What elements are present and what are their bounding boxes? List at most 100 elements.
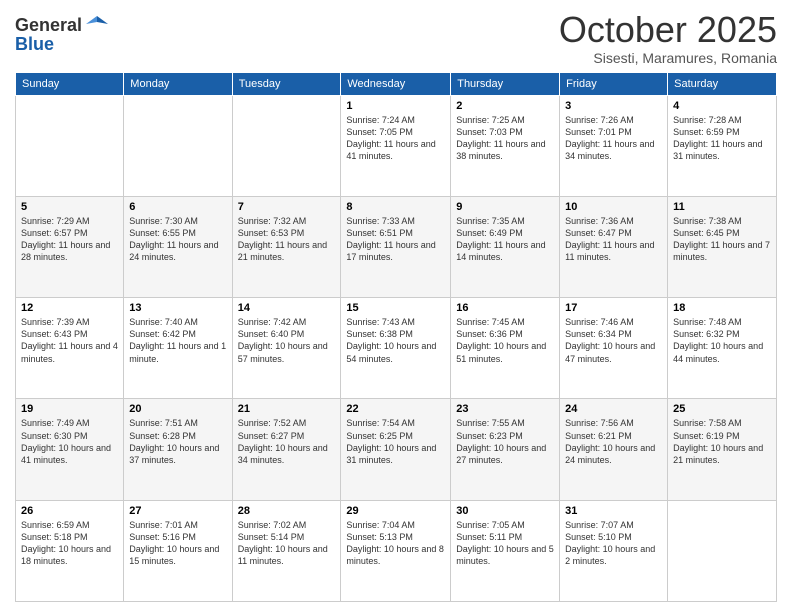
calendar-cell: 11 Sunrise: 7:38 AM Sunset: 6:45 PM Dayli… (668, 196, 777, 297)
day-number: 6 (129, 201, 226, 213)
day-number: 17 (565, 302, 662, 314)
calendar-week-row: 19 Sunrise: 7:49 AM Sunset: 6:30 PM Dayli… (16, 399, 777, 500)
day-number: 20 (129, 403, 226, 415)
day-info: Sunrise: 7:54 AM Sunset: 6:25 PM Dayligh… (346, 417, 445, 466)
day-info: Sunrise: 7:56 AM Sunset: 6:21 PM Dayligh… (565, 417, 662, 466)
logo-blue: Blue (15, 34, 108, 55)
day-number: 18 (673, 302, 771, 314)
day-info: Sunrise: 7:51 AM Sunset: 6:28 PM Dayligh… (129, 417, 226, 466)
logo-bird-icon (86, 14, 108, 36)
calendar-cell: 16 Sunrise: 7:45 AM Sunset: 6:36 PM Dayli… (451, 298, 560, 399)
calendar-cell: 21Sunrise: 7:52 AM Sunset: 6:27 PM Dayli… (232, 399, 341, 500)
logo-text: General Blue (15, 14, 108, 55)
logo-general: General (15, 15, 82, 36)
col-wednesday: Wednesday (341, 72, 451, 95)
day-info: Sunrise: 7:25 AM Sunset: 7:03 PM Dayligh… (456, 114, 554, 163)
day-info: Sunrise: 7:36 AM Sunset: 6:47 PM Dayligh… (565, 215, 662, 264)
day-info: Sunrise: 7:46 AM Sunset: 6:34 PM Dayligh… (565, 316, 662, 365)
calendar-week-row: 5 Sunrise: 7:29 AM Sunset: 6:57 PM Daylig… (16, 196, 777, 297)
calendar-cell: 15Sunrise: 7:43 AM Sunset: 6:38 PM Dayli… (341, 298, 451, 399)
day-number: 24 (565, 403, 662, 415)
col-tuesday: Tuesday (232, 72, 341, 95)
day-info: Sunrise: 7:32 AM Sunset: 6:53 PM Dayligh… (238, 215, 336, 264)
calendar-cell: 20 Sunrise: 7:51 AM Sunset: 6:28 PM Dayli… (124, 399, 232, 500)
col-saturday: Saturday (668, 72, 777, 95)
day-number: 26 (21, 505, 118, 517)
day-info: Sunrise: 6:59 AM Sunset: 5:18 PM Dayligh… (21, 519, 118, 568)
calendar-cell: 31 Sunrise: 7:07 AM Sunset: 5:10 PM Dayli… (560, 500, 668, 601)
day-info: Sunrise: 7:24 AM Sunset: 7:05 PM Dayligh… (346, 114, 445, 163)
day-number: 9 (456, 201, 554, 213)
col-monday: Monday (124, 72, 232, 95)
calendar-cell: 19 Sunrise: 7:49 AM Sunset: 6:30 PM Dayli… (16, 399, 124, 500)
calendar-cell (124, 95, 232, 196)
day-info: Sunrise: 7:39 AM Sunset: 6:43 PM Dayligh… (21, 316, 118, 365)
calendar-table: Sunday Monday Tuesday Wednesday Thursday… (15, 72, 777, 602)
calendar-cell (232, 95, 341, 196)
title-block: October 2025 Sisesti, Maramures, Romania (559, 10, 777, 66)
day-number: 16 (456, 302, 554, 314)
calendar-cell: 3 Sunrise: 7:26 AM Sunset: 7:01 PM Daylig… (560, 95, 668, 196)
day-info: Sunrise: 7:07 AM Sunset: 5:10 PM Dayligh… (565, 519, 662, 568)
day-info: Sunrise: 7:45 AM Sunset: 6:36 PM Dayligh… (456, 316, 554, 365)
day-info: Sunrise: 7:05 AM Sunset: 5:11 PM Dayligh… (456, 519, 554, 568)
day-number: 5 (21, 201, 118, 213)
calendar-cell: 1 Sunrise: 7:24 AM Sunset: 7:05 PM Daylig… (341, 95, 451, 196)
day-info: Sunrise: 7:28 AM Sunset: 6:59 PM Dayligh… (673, 114, 771, 163)
calendar-header-row: Sunday Monday Tuesday Wednesday Thursday… (16, 72, 777, 95)
day-number: 29 (346, 505, 445, 517)
day-number: 2 (456, 100, 554, 112)
day-number: 3 (565, 100, 662, 112)
location-subtitle: Sisesti, Maramures, Romania (559, 50, 777, 66)
day-number: 1 (346, 100, 445, 112)
calendar-cell: 28 Sunrise: 7:02 AM Sunset: 5:14 PM Dayli… (232, 500, 341, 601)
day-info: Sunrise: 7:33 AM Sunset: 6:51 PM Dayligh… (346, 215, 445, 264)
calendar-cell: 22Sunrise: 7:54 AM Sunset: 6:25 PM Dayli… (341, 399, 451, 500)
day-info: Sunrise: 7:42 AM Sunset: 6:40 PM Dayligh… (238, 316, 336, 365)
calendar-cell: 23Sunrise: 7:55 AM Sunset: 6:23 PM Dayli… (451, 399, 560, 500)
day-number: 19 (21, 403, 118, 415)
calendar-cell: 10 Sunrise: 7:36 AM Sunset: 6:47 PM Dayli… (560, 196, 668, 297)
day-number: 12 (21, 302, 118, 314)
col-thursday: Thursday (451, 72, 560, 95)
day-number: 8 (346, 201, 445, 213)
calendar-cell: 24 Sunrise: 7:56 AM Sunset: 6:21 PM Dayli… (560, 399, 668, 500)
day-info: Sunrise: 7:26 AM Sunset: 7:01 PM Dayligh… (565, 114, 662, 163)
day-number: 13 (129, 302, 226, 314)
header: General Blue October 2025 Sisesti, Maram… (15, 10, 777, 66)
calendar-cell (16, 95, 124, 196)
calendar-cell: 29 Sunrise: 7:04 AM Sunset: 5:13 PM Dayli… (341, 500, 451, 601)
calendar-cell: 12 Sunrise: 7:39 AM Sunset: 6:43 PM Dayli… (16, 298, 124, 399)
day-info: Sunrise: 7:43 AM Sunset: 6:38 PM Dayligh… (346, 316, 445, 365)
month-title: October 2025 (559, 10, 777, 50)
day-info: Sunrise: 7:35 AM Sunset: 6:49 PM Dayligh… (456, 215, 554, 264)
calendar-cell: 14 Sunrise: 7:42 AM Sunset: 6:40 PM Dayli… (232, 298, 341, 399)
day-number: 28 (238, 505, 336, 517)
day-number: 11 (673, 201, 771, 213)
calendar-cell: 25Sunrise: 7:58 AM Sunset: 6:19 PM Dayli… (668, 399, 777, 500)
day-info: Sunrise: 7:29 AM Sunset: 6:57 PM Dayligh… (21, 215, 118, 264)
day-number: 27 (129, 505, 226, 517)
day-number: 14 (238, 302, 336, 314)
calendar-cell: 4Sunrise: 7:28 AM Sunset: 6:59 PM Daylig… (668, 95, 777, 196)
day-info: Sunrise: 7:52 AM Sunset: 6:27 PM Dayligh… (238, 417, 336, 466)
calendar-cell: 26 Sunrise: 6:59 AM Sunset: 5:18 PM Dayli… (16, 500, 124, 601)
calendar-cell: 17 Sunrise: 7:46 AM Sunset: 6:34 PM Dayli… (560, 298, 668, 399)
col-sunday: Sunday (16, 72, 124, 95)
calendar-cell: 27Sunrise: 7:01 AM Sunset: 5:16 PM Dayli… (124, 500, 232, 601)
calendar-week-row: 26 Sunrise: 6:59 AM Sunset: 5:18 PM Dayli… (16, 500, 777, 601)
day-number: 25 (673, 403, 771, 415)
calendar-week-row: 1 Sunrise: 7:24 AM Sunset: 7:05 PM Daylig… (16, 95, 777, 196)
day-info: Sunrise: 7:55 AM Sunset: 6:23 PM Dayligh… (456, 417, 554, 466)
logo: General Blue (15, 14, 108, 55)
day-number: 31 (565, 505, 662, 517)
day-info: Sunrise: 7:02 AM Sunset: 5:14 PM Dayligh… (238, 519, 336, 568)
calendar-cell: 5 Sunrise: 7:29 AM Sunset: 6:57 PM Daylig… (16, 196, 124, 297)
calendar-cell (668, 500, 777, 601)
day-info: Sunrise: 7:38 AM Sunset: 6:45 PM Dayligh… (673, 215, 771, 264)
day-info: Sunrise: 7:49 AM Sunset: 6:30 PM Dayligh… (21, 417, 118, 466)
day-number: 10 (565, 201, 662, 213)
day-number: 7 (238, 201, 336, 213)
day-info: Sunrise: 7:04 AM Sunset: 5:13 PM Dayligh… (346, 519, 445, 568)
day-info: Sunrise: 7:48 AM Sunset: 6:32 PM Dayligh… (673, 316, 771, 365)
